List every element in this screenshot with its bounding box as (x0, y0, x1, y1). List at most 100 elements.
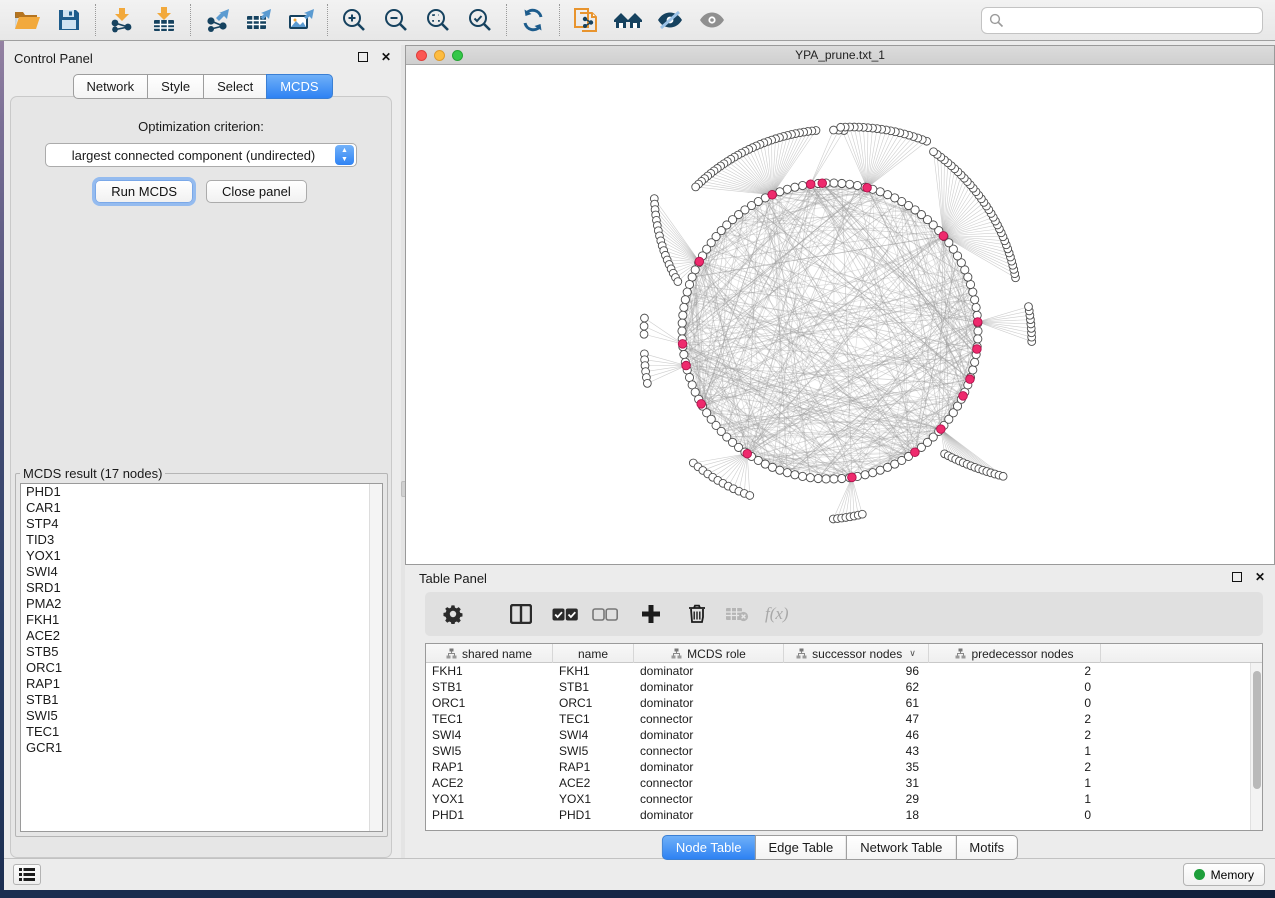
mcds-result-item[interactable]: TID3 (21, 532, 382, 548)
mcds-result-item[interactable]: RAP1 (21, 676, 382, 692)
table-row[interactable]: SWI5SWI5connector431 (426, 743, 1262, 759)
column-header-predecessor-nodes[interactable]: predecessor nodes (929, 644, 1101, 663)
deselect-all-button[interactable] (587, 596, 623, 632)
table-row[interactable]: FKH1FKH1dominator962 (426, 663, 1262, 679)
close-panel-button[interactable]: Close panel (206, 180, 307, 203)
mcds-result-item[interactable]: YOX1 (21, 548, 382, 564)
cell-shared-name: ORC1 (426, 695, 553, 711)
import-network-button[interactable] (101, 2, 143, 38)
cell-successor-nodes: 35 (784, 759, 929, 775)
run-mcds-button[interactable]: Run MCDS (95, 180, 193, 203)
table-scrollbar[interactable] (1250, 663, 1262, 830)
export-table-button[interactable] (238, 2, 280, 38)
cell-mcds-role: dominator (634, 807, 784, 823)
hide-selected-button[interactable] (649, 2, 691, 38)
mcds-result-item[interactable]: ORC1 (21, 660, 382, 676)
tab-style[interactable]: Style (147, 74, 204, 99)
tab-network[interactable]: Network (72, 74, 148, 99)
cell-mcds-role: dominator (634, 727, 784, 743)
cell-successor-nodes: 18 (784, 807, 929, 823)
import-table-button[interactable] (143, 2, 185, 38)
open-file-button[interactable] (6, 2, 48, 38)
mcds-result-item[interactable]: ACE2 (21, 628, 382, 644)
show-panels-button[interactable] (13, 864, 41, 885)
export-network-button[interactable] (196, 2, 238, 38)
column-header-name[interactable]: name (553, 644, 634, 663)
network-canvas-svg (406, 65, 1274, 564)
node-table-header: shared name name MCDS role successor nod… (426, 644, 1262, 663)
mcds-result-item[interactable]: SWI5 (21, 708, 382, 724)
refresh-button[interactable] (512, 2, 554, 38)
table-panel-close-button[interactable]: ✕ (1253, 570, 1267, 584)
show-all-button[interactable] (691, 2, 733, 38)
mcds-result-item[interactable]: STP4 (21, 516, 382, 532)
memory-button[interactable]: Memory (1183, 863, 1265, 886)
toolbar-separator (190, 4, 191, 36)
table-panel-float-button[interactable] (1230, 570, 1244, 584)
select-all-button[interactable] (547, 596, 583, 632)
column-header-mcds-role[interactable]: MCDS role (634, 644, 784, 663)
table-settings-button[interactable] (435, 596, 471, 632)
mcds-result-item[interactable]: TEC1 (21, 724, 382, 740)
window-maximize-icon[interactable] (452, 50, 463, 61)
save-session-button[interactable] (48, 2, 90, 38)
table-scrollbar-thumb[interactable] (1253, 671, 1261, 789)
cell-name: ACE2 (553, 775, 634, 791)
search-input[interactable] (1004, 11, 1262, 31)
zoom-selected-icon (467, 7, 493, 33)
mcds-result-item[interactable]: SRD1 (21, 580, 382, 596)
zoom-selected-button[interactable] (459, 2, 501, 38)
tab-select[interactable]: Select (203, 74, 267, 99)
table-row[interactable]: YOX1YOX1connector291 (426, 791, 1262, 807)
first-neighbors-button[interactable] (607, 2, 649, 38)
delete-button[interactable] (679, 596, 715, 632)
table-row[interactable]: RAP1RAP1dominator352 (426, 759, 1262, 775)
control-panel-close-button[interactable]: ✕ (379, 50, 393, 64)
mcds-result-item[interactable]: SWI4 (21, 564, 382, 580)
column-header-successor-nodes[interactable]: successor nodes ∨ (784, 644, 929, 663)
export-image-button[interactable] (280, 2, 322, 38)
table-row[interactable]: SWI4SWI4dominator462 (426, 727, 1262, 743)
clone-network-icon (572, 6, 600, 34)
mcds-result-item[interactable]: PHD1 (21, 484, 382, 500)
mcds-result-item[interactable]: STB5 (21, 644, 382, 660)
table-row[interactable]: PHD1PHD1dominator180 (426, 807, 1262, 823)
tab-motifs[interactable]: Motifs (955, 835, 1018, 860)
window-traffic-lights (416, 50, 463, 61)
zoom-out-button[interactable] (375, 2, 417, 38)
tab-mcds[interactable]: MCDS (266, 74, 332, 99)
control-panel-float-button[interactable] (356, 50, 370, 64)
split-view-button[interactable] (503, 596, 539, 632)
add-button[interactable] (633, 596, 669, 632)
table-row[interactable]: STB1STB1dominator620 (426, 679, 1262, 695)
node-table: shared name name MCDS role successor nod… (425, 643, 1263, 831)
tab-node-table[interactable]: Node Table (662, 835, 756, 860)
network-window-titlebar[interactable]: YPA_prune.txt_1 (406, 46, 1274, 65)
column-tree-icon (955, 648, 966, 659)
tab-network-table[interactable]: Network Table (846, 835, 956, 860)
zoom-in-button[interactable] (333, 2, 375, 38)
window-minimize-icon[interactable] (434, 50, 445, 61)
table-row[interactable]: ORC1ORC1dominator610 (426, 695, 1262, 711)
mcds-result-item[interactable]: FKH1 (21, 612, 382, 628)
eye-icon (698, 8, 726, 32)
optimization-criterion-select[interactable]: largest connected component (undirected)… (45, 143, 357, 167)
mcds-result-item[interactable]: STB1 (21, 692, 382, 708)
column-header-shared-name[interactable]: shared name (426, 644, 553, 663)
mcds-result-item[interactable]: GCR1 (21, 740, 382, 756)
cell-name: SWI5 (553, 743, 634, 759)
mcds-result-list[interactable]: PHD1CAR1STP4TID3YOX1SWI4SRD1PMA2FKH1ACE2… (20, 483, 383, 832)
zoom-fit-button[interactable] (417, 2, 459, 38)
clone-network-button[interactable] (565, 2, 607, 38)
mcds-result-item[interactable]: PMA2 (21, 596, 382, 612)
window-close-icon[interactable] (416, 50, 427, 61)
table-row[interactable]: TEC1TEC1connector472 (426, 711, 1262, 727)
cell-name: PHD1 (553, 807, 634, 823)
tab-edge-table[interactable]: Edge Table (754, 835, 847, 860)
cell-shared-name: SWI4 (426, 727, 553, 743)
search-field[interactable] (981, 7, 1263, 34)
mcds-result-item[interactable]: CAR1 (21, 500, 382, 516)
network-canvas[interactable] (406, 65, 1274, 564)
table-row[interactable]: ACE2ACE2connector311 (426, 775, 1262, 791)
mcds-list-scrollbar[interactable] (369, 484, 382, 831)
